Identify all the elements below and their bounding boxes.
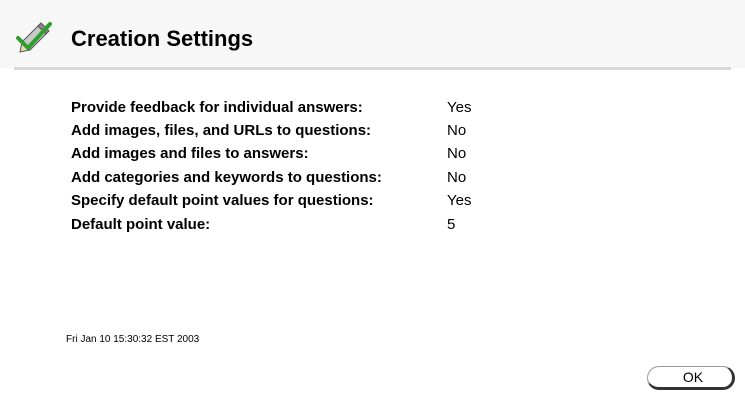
setting-row-feedback: Provide feedback for individual answers:… xyxy=(71,96,471,119)
setting-label: Add images and files to answers: xyxy=(71,145,309,163)
setting-value: Yes xyxy=(447,98,472,116)
checkmark-pencil-icon xyxy=(14,20,54,56)
header-divider xyxy=(14,67,731,70)
setting-label: Specify default point values for questio… xyxy=(71,192,374,210)
ok-button[interactable]: OK xyxy=(647,366,735,390)
setting-value: No xyxy=(447,122,467,140)
setting-label: Add categories and keywords to questions… xyxy=(71,168,382,186)
setting-row-categories-keywords: Add categories and keywords to questions… xyxy=(71,166,471,189)
setting-value: No xyxy=(447,145,467,163)
setting-value: Yes xyxy=(447,192,472,210)
setting-row-question-attachments: Add images, files, and URLs to questions… xyxy=(71,119,471,142)
settings-summary-table: Provide feedback for individual answers:… xyxy=(71,96,471,236)
setting-row-default-point-values: Specify default point values for questio… xyxy=(71,190,471,213)
setting-label: Provide feedback for individual answers: xyxy=(71,98,363,116)
page-title: Creation Settings xyxy=(71,26,254,51)
page-header: Creation Settings xyxy=(0,0,745,70)
setting-row-answer-attachments: Add images and files to answers: No xyxy=(71,143,471,166)
setting-value: 5 xyxy=(447,215,456,233)
timestamp: Fri Jan 10 15:30:32 EST 2003 xyxy=(66,334,200,345)
setting-value: No xyxy=(447,168,467,186)
setting-row-default-point-value: Default point value: 5 xyxy=(71,213,471,236)
setting-label: Default point value: xyxy=(71,215,211,233)
setting-label: Add images, files, and URLs to questions… xyxy=(71,122,372,140)
